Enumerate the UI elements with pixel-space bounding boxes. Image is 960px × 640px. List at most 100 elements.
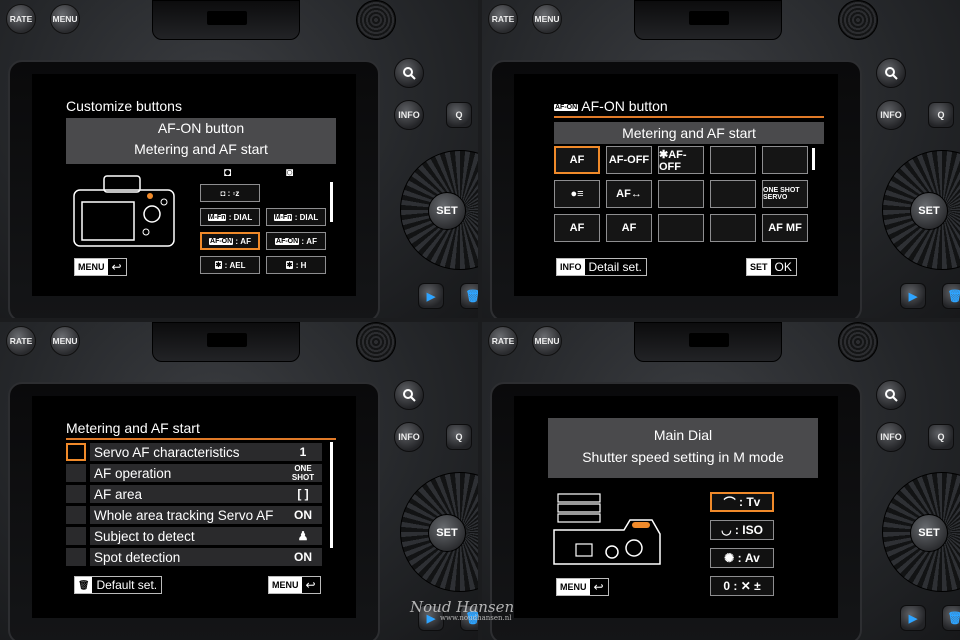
function-option-9[interactable]: [710, 180, 756, 208]
page-title: AF-ON AF-ON button: [554, 98, 824, 118]
checkbox[interactable]: [66, 485, 86, 503]
panel-main-dial: RATE MENU INFO Q SET ▶ 🗑 Main Dial Shutt…: [482, 322, 960, 640]
scrollbar[interactable]: [812, 148, 815, 170]
function-option-6[interactable]: ●≡: [554, 180, 600, 208]
dial-function: Shutter speed setting in M mode: [582, 449, 784, 465]
mfn-row-photo[interactable]: M-Fn : DIAL: [200, 208, 260, 226]
setting-value: ONE SHOT: [284, 464, 322, 482]
play-icon[interactable]: ▶: [418, 283, 444, 309]
q-button[interactable]: Q: [928, 424, 954, 450]
rate-button[interactable]: RATE: [6, 326, 36, 356]
set-button[interactable]: SET: [910, 514, 948, 552]
setting-row[interactable]: Whole area tracking Servo AF ON: [66, 505, 322, 525]
setting-row[interactable]: AF area[ ]: [66, 484, 322, 504]
function-option-8[interactable]: [658, 180, 704, 208]
function-option-13[interactable]: [658, 214, 704, 242]
viewfinder: [152, 322, 300, 362]
dial-option[interactable]: ◡ : ISO: [710, 520, 774, 540]
setting-value: ON: [284, 548, 322, 566]
setting-row[interactable]: Servo AF characteristics 1: [66, 442, 322, 462]
setting-row[interactable]: Spot detection ON: [66, 547, 322, 567]
function-option-5[interactable]: [762, 146, 808, 174]
info-button[interactable]: INFO: [876, 100, 906, 130]
checkbox[interactable]: [66, 443, 86, 461]
scrollbar[interactable]: [330, 182, 333, 222]
info-button[interactable]: INFO: [394, 100, 424, 130]
set-ok-button[interactable]: SET OK: [746, 258, 797, 276]
checkbox[interactable]: [66, 527, 86, 545]
dial-name: Main Dial: [653, 427, 713, 443]
menu-button[interactable]: MENU: [532, 4, 562, 34]
q-button[interactable]: Q: [928, 102, 954, 128]
dial-option[interactable]: ✺ : Av: [710, 548, 774, 568]
rate-button[interactable]: RATE: [488, 326, 518, 356]
checkbox[interactable]: [66, 464, 86, 482]
info-button[interactable]: INFO: [394, 422, 424, 452]
default-set-button[interactable]: 🗑 Default set.: [74, 576, 163, 594]
function-option-3[interactable]: ✱AF-OFF: [658, 146, 704, 174]
menu-back-button[interactable]: MENU ↩: [556, 578, 609, 596]
function-option-7[interactable]: AF↔: [606, 180, 652, 208]
dial-option-icon: ◡: [721, 523, 732, 537]
menu-back-button[interactable]: MENU ↩: [74, 258, 127, 276]
setting-name: Servo AF characteristics: [90, 443, 284, 461]
function-option-10[interactable]: ONE SHOT SERVO: [762, 180, 808, 208]
menu-button[interactable]: MENU: [532, 326, 562, 356]
setting-row[interactable]: AF operation ONE SHOT: [66, 463, 322, 483]
star-row-photo[interactable]: ✱ : AEL: [200, 256, 260, 274]
shutter-button-row-photo[interactable]: ◘ : ▫z: [200, 184, 260, 202]
function-option-14[interactable]: [710, 214, 756, 242]
rate-button[interactable]: RATE: [488, 4, 518, 34]
lcd-screen: Metering and AF start Servo AF character…: [32, 396, 356, 618]
dial-option-value: ISO: [742, 523, 763, 537]
set-button[interactable]: SET: [910, 192, 948, 230]
function-option-11[interactable]: AF: [554, 214, 600, 242]
q-button[interactable]: Q: [446, 424, 472, 450]
magnifier-icon[interactable]: [876, 380, 906, 410]
setting-value: [ ]: [284, 485, 322, 503]
q-button[interactable]: Q: [446, 102, 472, 128]
dial-option-value: Tv: [746, 495, 761, 509]
function-option-12[interactable]: AF: [606, 214, 652, 242]
mfn-row-movie[interactable]: M-Fn : DIAL: [266, 208, 326, 226]
menu-back-button[interactable]: MENU ↩: [268, 576, 321, 594]
dial-option-icon: ⌒: [723, 495, 736, 510]
page-title: Metering and AF start: [66, 420, 336, 440]
function-option-1[interactable]: AF: [554, 146, 600, 174]
panel-afon-button: RATE MENU INFO Q SET ▶ 🗑 AF-ON AF-ON but…: [482, 0, 960, 318]
detail-set-button[interactable]: INFO Detail set.: [556, 258, 647, 276]
scrollbar[interactable]: [330, 442, 333, 548]
lcd-screen: AF-ON AF-ON button Metering and AF start…: [514, 74, 838, 296]
menu-button[interactable]: MENU: [50, 4, 80, 34]
afon-row-movie[interactable]: AF-ON : AF: [266, 232, 326, 250]
afon-row-photo[interactable]: AF-ON : AF: [200, 232, 260, 250]
menu-button[interactable]: MENU: [50, 326, 80, 356]
setting-value: ON: [284, 506, 322, 524]
magnifier-icon[interactable]: [394, 58, 424, 88]
trash-icon[interactable]: 🗑: [942, 605, 960, 631]
function-option-15[interactable]: AF MF: [762, 214, 808, 242]
checkbox[interactable]: [66, 548, 86, 566]
setting-value: ♟: [284, 527, 322, 545]
dial-option[interactable]: 0 : ✕ ±: [710, 576, 774, 596]
trash-icon[interactable]: 🗑: [460, 283, 478, 309]
magnifier-icon[interactable]: [394, 380, 424, 410]
rear-dial[interactable]: [838, 322, 878, 362]
play-icon[interactable]: ▶: [900, 605, 926, 631]
magnifier-icon[interactable]: [876, 58, 906, 88]
set-button[interactable]: SET: [428, 514, 466, 552]
dial-option[interactable]: ⌒ : Tv: [710, 492, 774, 512]
rear-dial[interactable]: [356, 0, 396, 40]
rate-button[interactable]: RATE: [6, 4, 36, 34]
function-option-2[interactable]: AF-OFF: [606, 146, 652, 174]
setting-row[interactable]: Subject to detect ♟: [66, 526, 322, 546]
rear-dial[interactable]: [356, 322, 396, 362]
set-button[interactable]: SET: [428, 192, 466, 230]
play-icon[interactable]: ▶: [900, 283, 926, 309]
checkbox[interactable]: [66, 506, 86, 524]
rear-dial[interactable]: [838, 0, 878, 40]
info-button[interactable]: INFO: [876, 422, 906, 452]
function-option-4[interactable]: [710, 146, 756, 174]
star-row-movie[interactable]: ✱ : H: [266, 256, 326, 274]
trash-icon[interactable]: 🗑: [942, 283, 960, 309]
